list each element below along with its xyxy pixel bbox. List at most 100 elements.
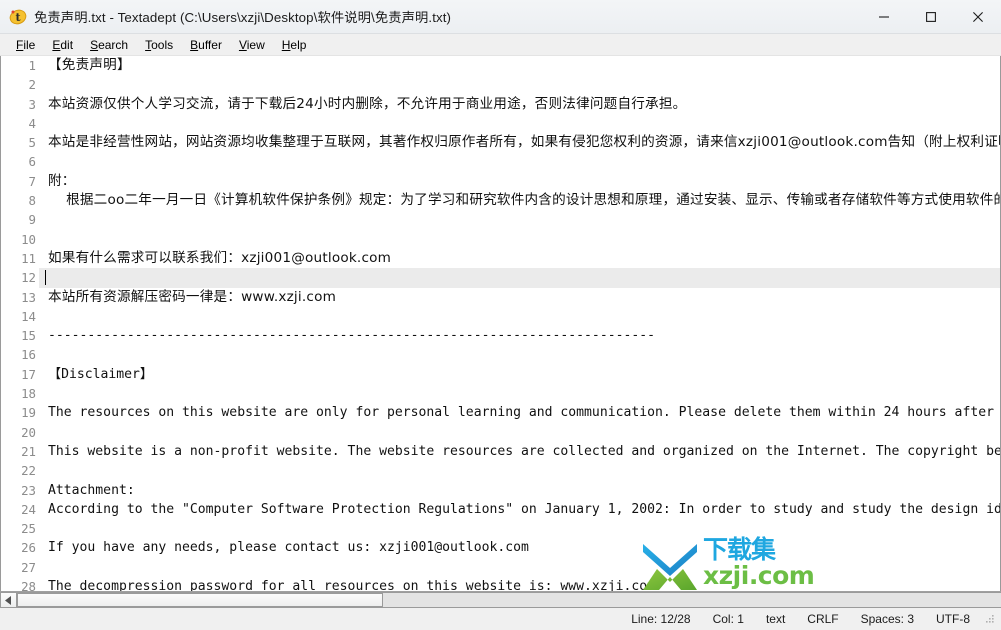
line-text[interactable] bbox=[39, 114, 1000, 133]
line-text[interactable] bbox=[39, 461, 1000, 480]
editor-line[interactable]: 17 【Disclaimer】 bbox=[1, 364, 1000, 385]
line-text[interactable]: 本站是非经营性网站，网站资源均收集整理于互联网，其著作权归原作者所有，如果有侵犯… bbox=[39, 133, 1000, 152]
editor-line[interactable]: 8 根据二oo二年一月一日《计算机软件保护条例》规定：为了学习和研究软件内含的设… bbox=[1, 191, 1000, 211]
scrollbar-track[interactable] bbox=[17, 592, 1001, 608]
scroll-left-arrow-icon[interactable] bbox=[0, 592, 17, 608]
editor-line[interactable]: 10 bbox=[1, 229, 1000, 249]
editor-area[interactable]: 1 【免责声明】 2 3 本站资源仅供个人学习交流，请于下载后24小时内删除，不允许用于… bbox=[0, 56, 1001, 591]
line-text[interactable] bbox=[39, 384, 1000, 403]
title-bar: t 免责声明.txt - Textadept (C:\Users\xzji\De… bbox=[0, 0, 1001, 34]
editor-line[interactable]: 22 bbox=[1, 461, 1000, 481]
line-text[interactable] bbox=[39, 268, 1000, 288]
editor-line[interactable]: 9 bbox=[1, 210, 1000, 230]
editor-line[interactable]: 14 bbox=[1, 306, 1000, 327]
status-column[interactable]: Col: 1 bbox=[702, 612, 755, 626]
menu-tools[interactable]: Tools bbox=[137, 36, 182, 54]
line-text[interactable] bbox=[39, 307, 1000, 326]
menu-help[interactable]: Help bbox=[274, 36, 316, 54]
editor-line[interactable]: 3 本站资源仅供个人学习交流，请于下载后24小时内删除，不允许用于商业用途，否则法… bbox=[1, 94, 1000, 114]
line-text[interactable]: 附： bbox=[39, 172, 1000, 191]
editor-line[interactable]: 18 bbox=[1, 384, 1000, 404]
editor-line[interactable]: 11 如果有什么需求可以联系我们：xzji001@outlook.com bbox=[1, 248, 1000, 269]
close-button[interactable] bbox=[954, 0, 1001, 33]
line-text[interactable] bbox=[39, 423, 1000, 442]
line-number: 7 bbox=[1, 171, 39, 192]
status-encoding[interactable]: UTF-8 bbox=[925, 612, 981, 626]
line-number: 20 bbox=[1, 422, 39, 442]
line-text[interactable]: 本站资源仅供个人学习交流，请于下载后24小时内删除，不允许用于商业用途，否则法律… bbox=[39, 95, 1000, 114]
editor-line[interactable]: 4 bbox=[1, 113, 1000, 134]
line-number: 28 bbox=[1, 577, 39, 591]
horizontal-scrollbar[interactable] bbox=[0, 591, 1001, 608]
line-number: 14 bbox=[1, 306, 39, 327]
line-number: 23 bbox=[1, 480, 39, 500]
line-number: 17 bbox=[1, 364, 39, 385]
status-bar: Line: 12/28 Col: 1 text CRLF Spaces: 3 U… bbox=[0, 608, 1001, 630]
editor-line[interactable]: 5 本站是非经营性网站，网站资源均收集整理于互联网，其著作权归原作者所有，如果有侵… bbox=[1, 133, 1000, 153]
menu-label-rest: elp bbox=[290, 37, 307, 52]
line-text[interactable]: The decompression password for all resou… bbox=[39, 577, 1000, 591]
textadept-app-icon: t bbox=[9, 8, 27, 26]
editor-line[interactable]: 16 bbox=[1, 345, 1000, 365]
line-number: 25 bbox=[1, 519, 39, 539]
line-text[interactable] bbox=[39, 230, 1000, 249]
scrollbar-thumb[interactable] bbox=[17, 593, 383, 607]
line-text[interactable]: 如果有什么需求可以联系我们：xzji001@outlook.com bbox=[39, 249, 1000, 268]
line-text[interactable]: According to the "Computer Software Prot… bbox=[39, 500, 1000, 519]
status-line[interactable]: Line: 12/28 bbox=[620, 612, 701, 626]
text-caret bbox=[45, 270, 46, 286]
line-text[interactable]: 本站所有资源解压密码一律是：www.xzji.com bbox=[39, 288, 1000, 307]
menu-label-rest: uffer bbox=[198, 37, 222, 52]
line-text[interactable]: 【免责声明】 bbox=[39, 56, 1000, 75]
line-number: 11 bbox=[1, 248, 39, 269]
menu-mnemonic: S bbox=[90, 37, 99, 52]
line-number: 16 bbox=[1, 345, 39, 365]
editor-line[interactable]: 26 If you have any needs, please contact … bbox=[1, 538, 1000, 558]
menu-view[interactable]: View bbox=[231, 36, 274, 54]
line-number: 6 bbox=[1, 152, 39, 172]
minimize-button[interactable] bbox=[860, 0, 907, 33]
menu-label-rest: dit bbox=[60, 37, 74, 52]
resize-grip-icon[interactable] bbox=[983, 613, 995, 625]
editor-line[interactable]: 7 附： bbox=[1, 171, 1000, 192]
menu-edit[interactable]: Edit bbox=[44, 36, 82, 54]
maximize-button[interactable] bbox=[907, 0, 954, 33]
editor-line[interactable]: 27 bbox=[1, 557, 1000, 578]
menu-buffer[interactable]: Buffer bbox=[182, 36, 231, 54]
text-buffer[interactable]: 1 【免责声明】 2 3 本站资源仅供个人学习交流，请于下载后24小时内删除，不允许用于… bbox=[1, 56, 1000, 591]
line-text[interactable] bbox=[39, 75, 1000, 94]
editor-line[interactable]: 15 --------------------------------------… bbox=[1, 326, 1000, 346]
editor-line[interactable]: 20 bbox=[1, 422, 1000, 442]
line-text[interactable]: If you have any needs, please contact us… bbox=[39, 538, 1000, 557]
editor-line[interactable]: 23 Attachment: bbox=[1, 480, 1000, 500]
line-text[interactable]: ----------------------------------------… bbox=[39, 326, 1000, 345]
line-text[interactable]: This website is a non-profit website. Th… bbox=[39, 442, 1000, 461]
line-text[interactable]: The resources on this website are only f… bbox=[39, 403, 1000, 422]
line-text[interactable] bbox=[39, 519, 1000, 538]
editor-line[interactable]: 25 bbox=[1, 519, 1000, 539]
menu-search[interactable]: Search bbox=[82, 36, 137, 54]
editor-line[interactable]: 2 bbox=[1, 75, 1000, 95]
line-text[interactable]: 根据二oo二年一月一日《计算机软件保护条例》规定：为了学习和研究软件内含的设计思… bbox=[39, 191, 1000, 210]
status-eol-mode[interactable]: CRLF bbox=[796, 612, 849, 626]
status-lexer[interactable]: text bbox=[755, 612, 796, 626]
editor-line[interactable]: 13 本站所有资源解压密码一律是：www.xzji.com bbox=[1, 287, 1000, 307]
editor-line[interactable]: 21 This website is a non-profit website. … bbox=[1, 441, 1000, 462]
line-number: 26 bbox=[1, 538, 39, 558]
editor-line[interactable]: 6 bbox=[1, 152, 1000, 172]
line-text[interactable] bbox=[39, 210, 1000, 229]
line-number: 12 bbox=[1, 268, 39, 288]
menu-file[interactable]: File bbox=[8, 36, 44, 54]
line-text[interactable]: Attachment: bbox=[39, 481, 1000, 500]
editor-line[interactable]: 24 According to the "Computer Software Pr… bbox=[1, 499, 1000, 520]
line-text[interactable] bbox=[39, 558, 1000, 577]
status-indentation[interactable]: Spaces: 3 bbox=[850, 612, 925, 626]
line-number: 9 bbox=[1, 210, 39, 230]
editor-line[interactable]: 19 The resources on this website are only… bbox=[1, 403, 1000, 423]
line-text[interactable]: 【Disclaimer】 bbox=[39, 365, 1000, 384]
line-text[interactable] bbox=[39, 345, 1000, 364]
editor-line[interactable]: 28 The decompression password for all res… bbox=[1, 577, 1000, 591]
editor-line[interactable]: 12 bbox=[1, 268, 1000, 288]
editor-line[interactable]: 1 【免责声明】 bbox=[1, 56, 1000, 76]
line-text[interactable] bbox=[39, 152, 1000, 171]
